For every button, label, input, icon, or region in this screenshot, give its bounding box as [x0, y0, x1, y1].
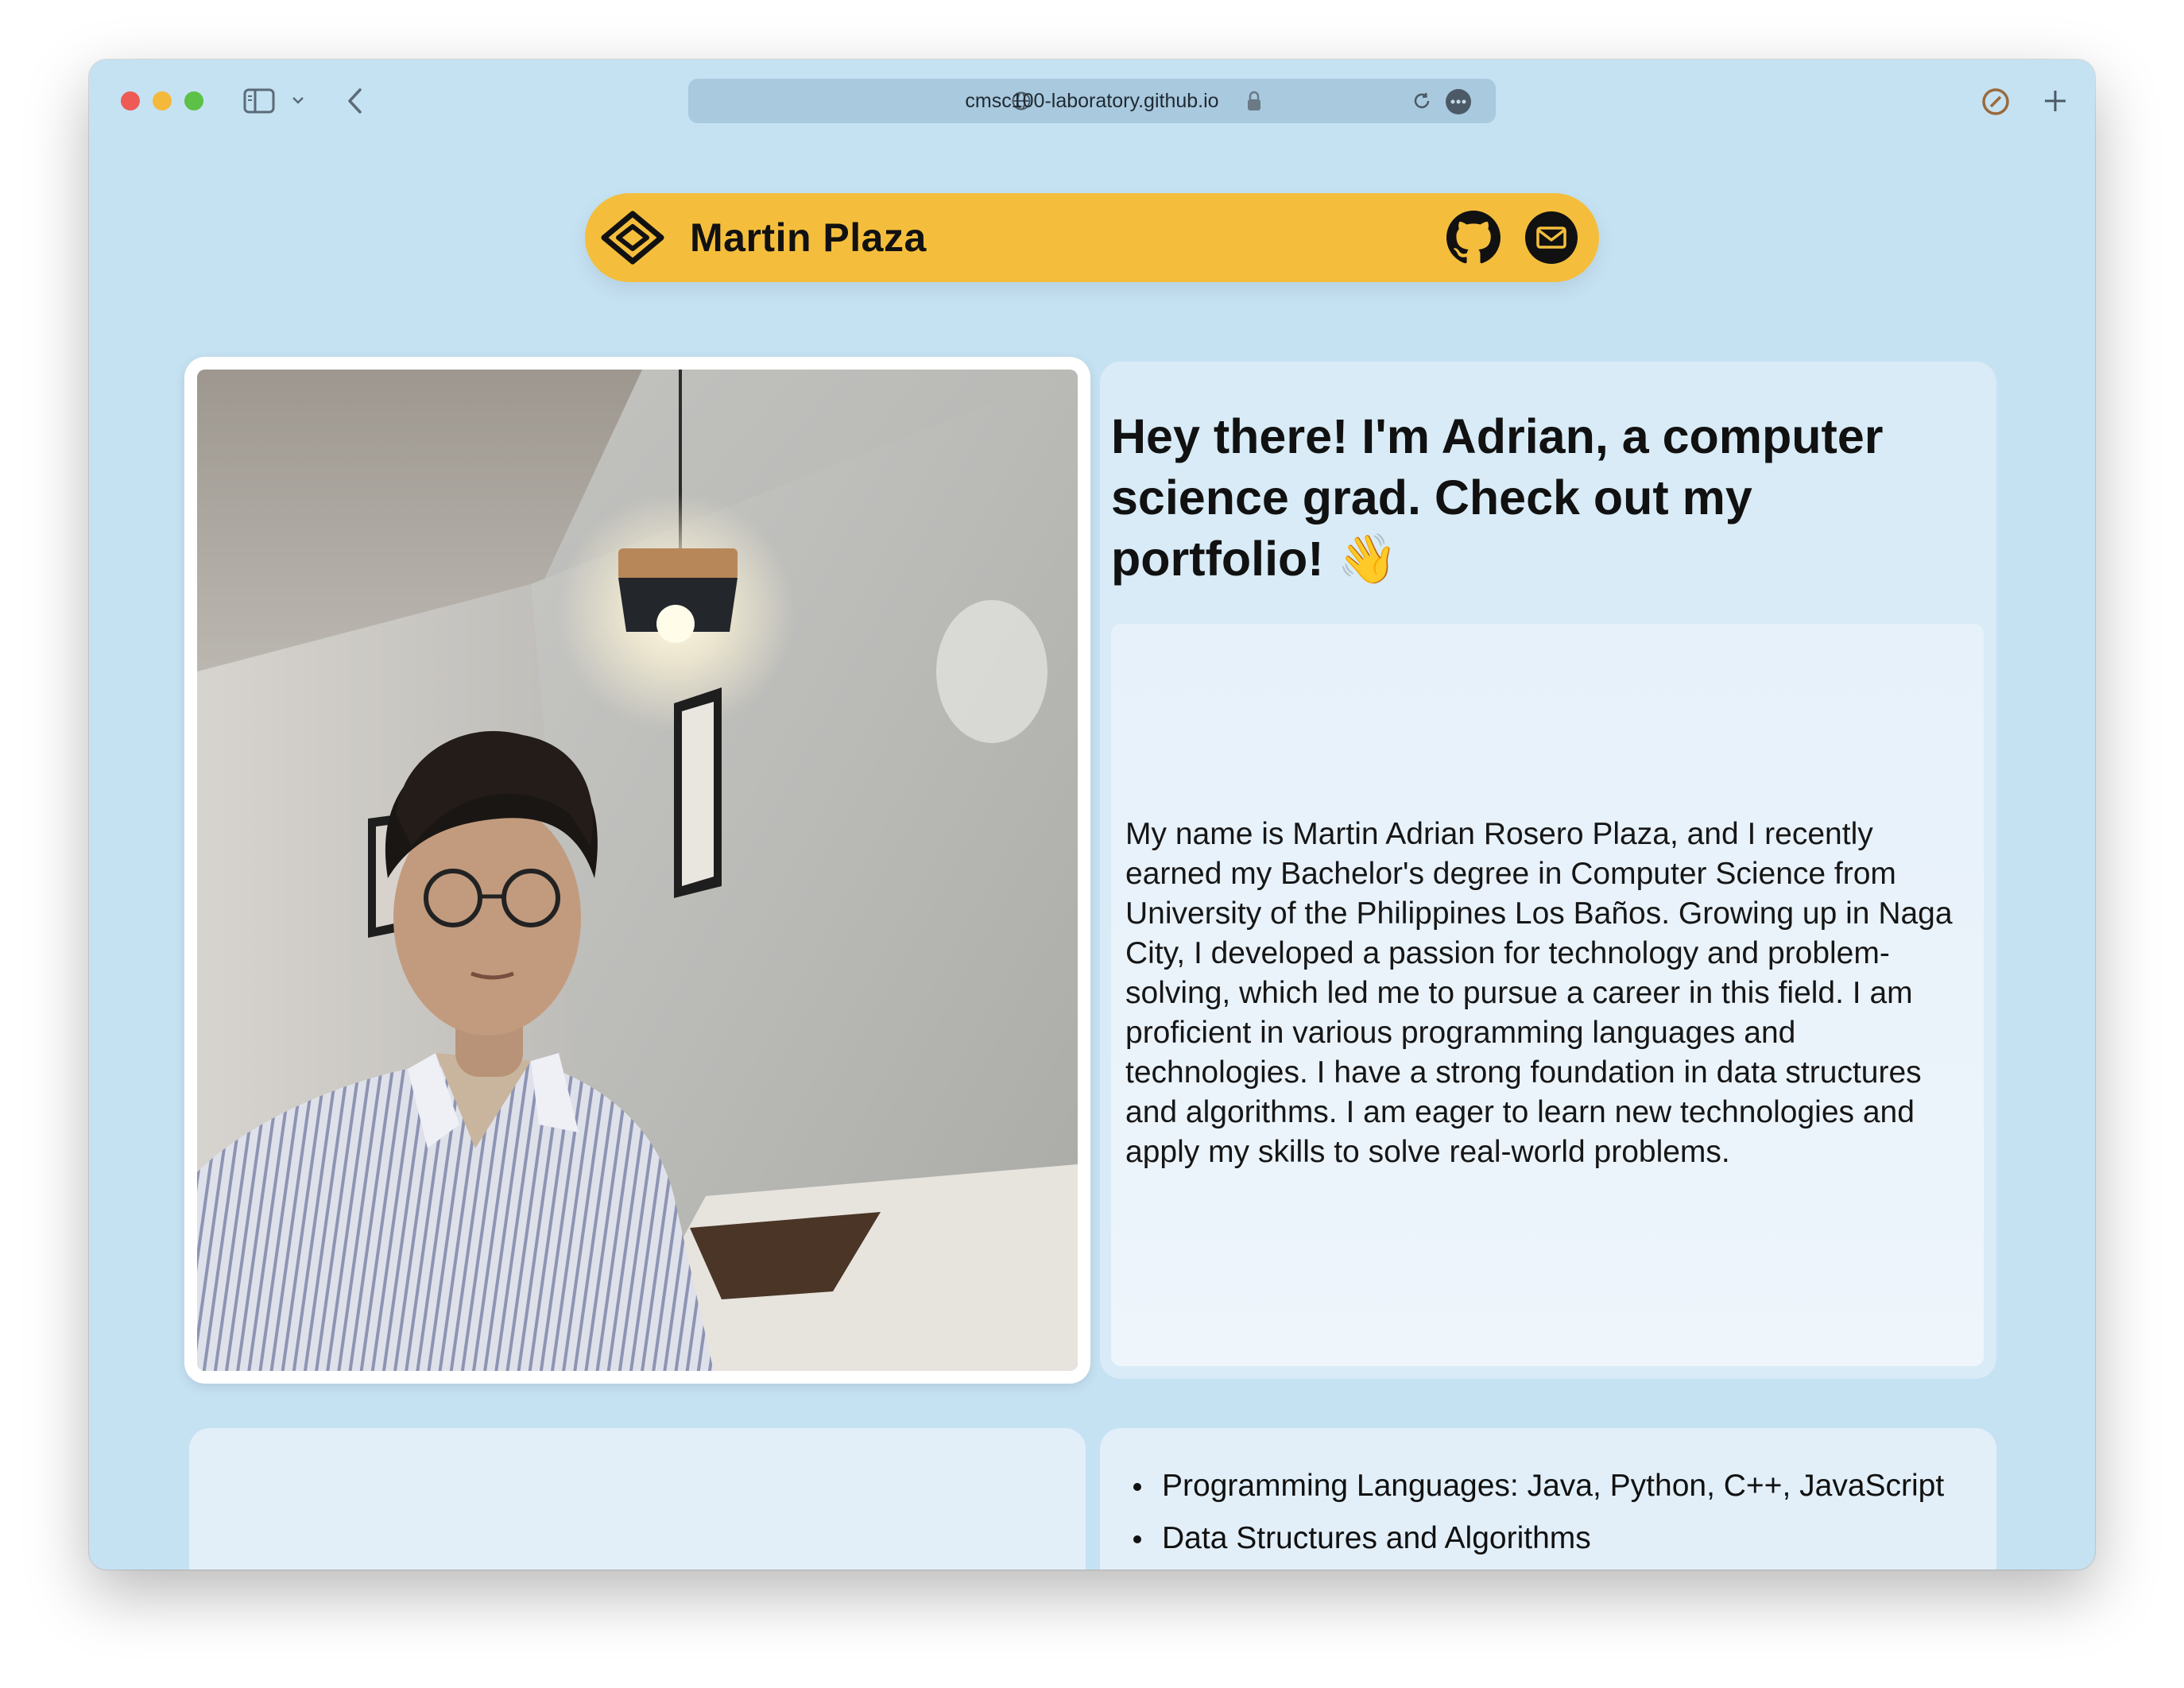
page-menu-icon[interactable]	[1445, 88, 1472, 115]
github-icon[interactable]	[1446, 211, 1501, 265]
skills-list-item: Data Structures and Algorithms	[1133, 1512, 1944, 1565]
diamond-logo-icon[interactable]	[601, 211, 664, 265]
address-bar[interactable]: cmsc100-laboratory.github.io	[688, 79, 1496, 123]
profile-photo-card	[184, 357, 1090, 1384]
mail-icon[interactable]	[1524, 211, 1578, 265]
zoom-window-button[interactable]	[184, 91, 203, 110]
minimize-window-button[interactable]	[153, 91, 172, 110]
new-tab-icon[interactable]	[2041, 87, 2070, 115]
browser-window: cmsc100-laboratory.github.io Martin Plaz…	[89, 60, 2095, 1570]
back-icon[interactable]	[345, 87, 366, 115]
intro-bio-panel: My name is Martin Adrian Rosero Plaza, a…	[1111, 624, 1984, 1366]
browser-toolbar: cmsc100-laboratory.github.io	[89, 60, 2095, 142]
skills-list-item: Programming Languages: Java, Python, C++…	[1133, 1460, 1944, 1512]
lock-icon	[1246, 90, 1262, 112]
site-navbar: Martin Plaza	[585, 193, 1599, 282]
skills-list: Programming Languages: Java, Python, C++…	[1133, 1460, 1944, 1565]
intro-card: Hey there! I'm Adrian, a computer scienc…	[1100, 362, 1996, 1379]
profile-photo	[197, 370, 1078, 1371]
skills-card: Programming Languages: Java, Python, C++…	[1100, 1428, 1996, 1570]
intro-heading: Hey there! I'm Adrian, a computer scienc…	[1111, 409, 1884, 586]
intro-bio-text: My name is Martin Adrian Rosero Plaza, a…	[1125, 817, 1953, 1169]
url-text: cmsc100-laboratory.github.io	[965, 90, 1219, 112]
chevron-down-icon[interactable]	[291, 93, 305, 107]
reload-icon[interactable]	[1411, 91, 1432, 111]
site-brand-name[interactable]: Martin Plaza	[690, 193, 927, 282]
close-window-button[interactable]	[121, 91, 140, 110]
sidebar-toggle-icon[interactable]	[243, 88, 275, 114]
blocked-icon[interactable]	[1981, 87, 2011, 117]
lower-left-card	[189, 1428, 1086, 1570]
